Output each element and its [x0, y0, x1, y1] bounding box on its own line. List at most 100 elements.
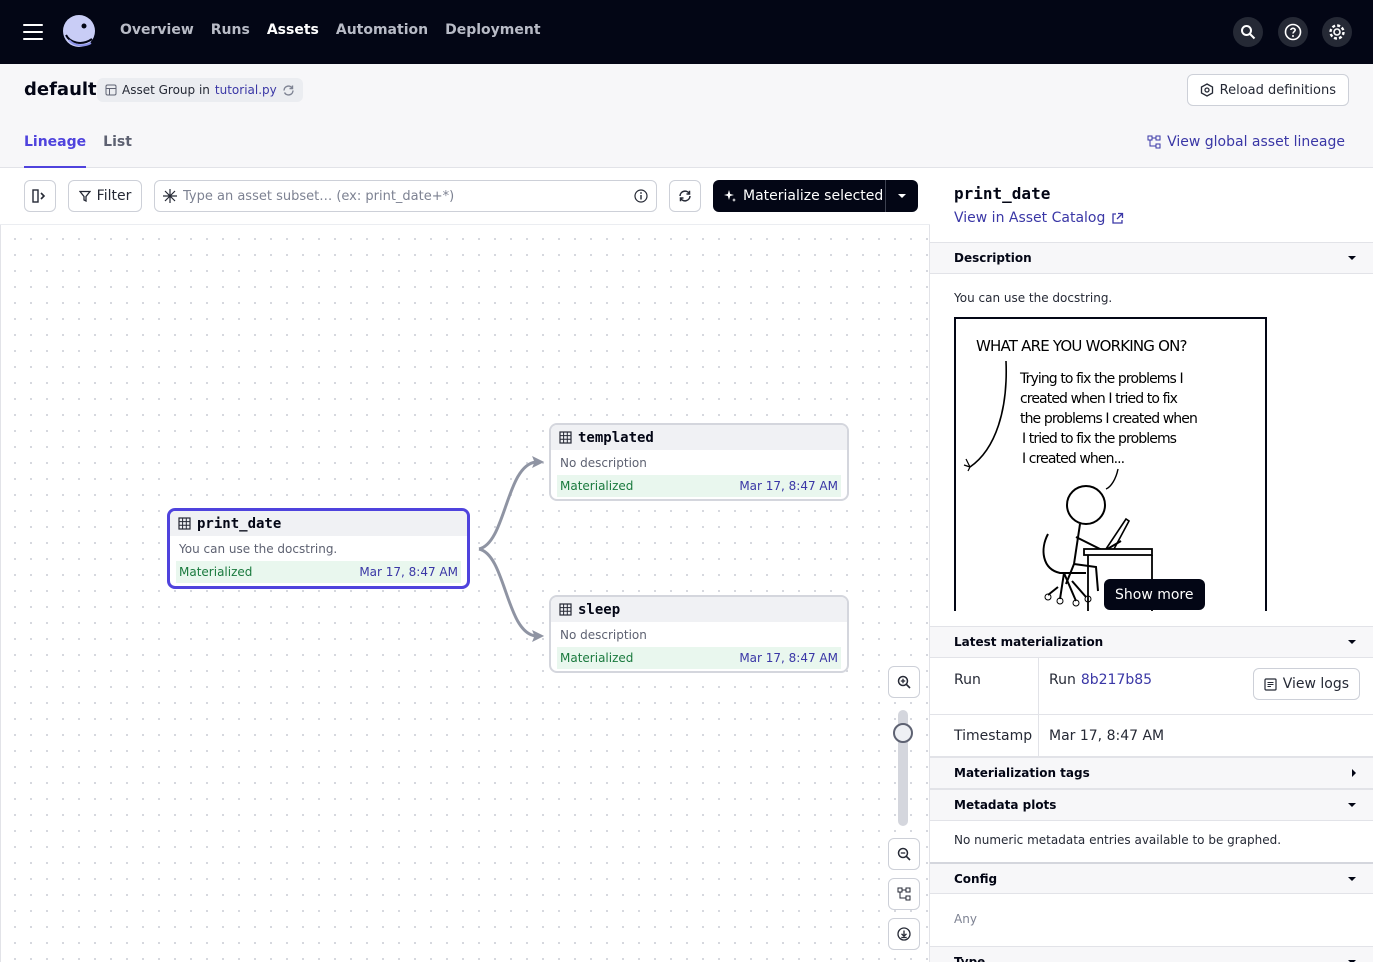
asset-node-timestamp[interactable]: Mar 17, 8:47 AM: [739, 479, 838, 493]
lineage-graph-canvas[interactable]: print_date You can use the docstring. Ma…: [0, 225, 930, 962]
timestamp-key: Timestamp: [930, 715, 1039, 756]
show-more-button[interactable]: Show more: [1104, 579, 1205, 610]
tab-lineage[interactable]: Lineage: [24, 134, 87, 168]
section-title: Metadata plots: [954, 798, 1057, 812]
download-graph-button[interactable]: [888, 918, 920, 950]
asset-node-sleep[interactable]: sleep No description Materialized Mar 17…: [549, 595, 849, 673]
view-logs-button[interactable]: View logs: [1252, 668, 1360, 700]
comic-answer-line-2: created when I tried to fix: [1020, 391, 1178, 407]
asset-node-timestamp[interactable]: Mar 17, 8:47 AM: [739, 651, 838, 665]
zoom-in-icon: [897, 675, 911, 689]
filter-label: Filter: [96, 188, 132, 204]
asset-node-description: You can use the docstring.: [179, 541, 338, 556]
section-type-header[interactable]: Type: [930, 946, 1373, 962]
materialize-label: Materialize selected: [743, 188, 884, 204]
help-icon[interactable]: [1278, 17, 1308, 47]
caret-down-icon: [1348, 256, 1356, 260]
nav-automation[interactable]: Automation: [336, 22, 428, 38]
logs-icon: [1264, 677, 1277, 691]
info-icon[interactable]: [634, 189, 648, 203]
page-title: default: [24, 79, 97, 100]
asset-group-icon: [105, 84, 117, 96]
view-global-lineage-link[interactable]: View global asset lineage: [1147, 134, 1345, 150]
section-title: Type: [954, 955, 986, 962]
graph-layout-icon: [897, 887, 911, 901]
materialize-selected-button[interactable]: Materialize selected: [713, 180, 918, 212]
external-link-icon: [1112, 212, 1124, 224]
comic-question: What are you working on?: [976, 337, 1187, 355]
asset-selection-input[interactable]: [183, 188, 628, 204]
caret-down-icon: [898, 194, 906, 198]
asset-node-status-bar: Materialized Mar 17, 8:47 AM: [557, 647, 841, 669]
toggle-sidebar-button[interactable]: [24, 180, 56, 212]
nav-overview[interactable]: Overview: [120, 22, 194, 38]
nav-runs[interactable]: Runs: [211, 22, 250, 38]
comic-answer-line-1: Trying to fix the problems I: [1019, 371, 1183, 387]
group-tag-file-link[interactable]: tutorial.py: [215, 83, 277, 97]
section-title: Materialization tags: [954, 766, 1090, 780]
refresh-graph-button[interactable]: [669, 180, 701, 212]
section-title: Latest materialization: [954, 635, 1104, 649]
run-id-link[interactable]: 8b217b85: [1081, 672, 1152, 688]
lineage-icon: [1147, 135, 1161, 149]
view-logs-label: View logs: [1282, 676, 1349, 692]
caret-right-icon: [1352, 769, 1356, 777]
filter-button[interactable]: Filter: [68, 180, 142, 212]
comic-answer-line-3: the problems I created when: [1020, 411, 1197, 427]
asset-node-templated[interactable]: templated No description Materialized Ma…: [549, 423, 849, 501]
metadata-empty-text: No numeric metadata entries available to…: [954, 833, 1282, 847]
section-config-header[interactable]: Config: [930, 862, 1373, 894]
page-header: default Asset Group in tutorial.py Reloa…: [0, 64, 1373, 168]
section-metadata-plots-header[interactable]: Metadata plots: [930, 789, 1373, 821]
zoom-slider-handle[interactable]: [893, 723, 913, 743]
reload-label: Reload definitions: [1219, 82, 1336, 98]
settings-icon[interactable]: [1322, 17, 1352, 47]
zoom-in-button[interactable]: [888, 666, 920, 698]
table-icon: [178, 517, 191, 530]
asset-node-print-date[interactable]: print_date You can use the docstring. Ma…: [167, 508, 470, 589]
comic-drawing: What are you working on? Trying to fix t…: [963, 337, 1198, 611]
materialize-options-dropdown[interactable]: [886, 193, 918, 199]
refresh-icon[interactable]: [282, 84, 295, 97]
run-prefix: Run: [1049, 672, 1076, 688]
table-icon: [559, 431, 572, 444]
tab-list[interactable]: List: [103, 134, 132, 168]
caret-down-icon: [1348, 876, 1356, 881]
timestamp-value: Mar 17, 8:47 AM: [1049, 727, 1165, 744]
asset-node-timestamp[interactable]: Mar 17, 8:47 AM: [359, 565, 458, 579]
search-icon[interactable]: [1233, 17, 1263, 47]
asset-detail-panel: print_date View in Asset Catalog Descrip…: [930, 168, 1373, 962]
section-materialization-tags-header[interactable]: Materialization tags: [930, 757, 1373, 789]
dagster-logo-icon[interactable]: [60, 13, 98, 51]
global-lineage-label: View global asset lineage: [1167, 134, 1345, 150]
description-comic-image: What are you working on? Trying to fix t…: [954, 317, 1267, 611]
asset-node-name: templated: [578, 429, 654, 446]
catalog-link-label: View in Asset Catalog: [954, 210, 1106, 226]
side-asset-title: print_date: [954, 184, 1051, 203]
arrowhead-templated: [532, 455, 545, 469]
section-title: Config: [954, 871, 998, 886]
caret-down-icon: [1348, 803, 1356, 807]
comic-answer-line-4: I tried to fix the problems: [1022, 431, 1177, 447]
section-latest-materialization-header[interactable]: Latest materialization: [930, 626, 1373, 658]
menu-icon[interactable]: [23, 24, 43, 40]
config-value: Any: [954, 912, 977, 926]
asset-node-status: Materialized: [179, 565, 253, 579]
asset-node-status-bar: Materialized Mar 17, 8:47 AM: [557, 475, 841, 497]
sparkle-icon: [724, 190, 736, 202]
download-icon: [897, 927, 911, 941]
asset-selection-search[interactable]: [154, 180, 657, 212]
section-description-header[interactable]: Description: [930, 242, 1373, 274]
description-text: You can use the docstring.: [954, 291, 1113, 305]
view-in-catalog-link[interactable]: View in Asset Catalog: [954, 210, 1124, 226]
reload-definitions-button[interactable]: Reload definitions: [1186, 74, 1349, 106]
nav-assets[interactable]: Assets: [267, 22, 319, 38]
zoom-out-icon: [897, 847, 911, 861]
fit-graph-button[interactable]: [888, 878, 920, 910]
asset-group-tag: Asset Group in tutorial.py: [97, 78, 303, 102]
nav-deployment[interactable]: Deployment: [445, 22, 540, 38]
edge-print-date-templated: [478, 460, 537, 551]
run-key: Run: [930, 658, 1039, 714]
caret-down-icon: [1348, 640, 1356, 644]
zoom-out-button[interactable]: [888, 838, 920, 870]
